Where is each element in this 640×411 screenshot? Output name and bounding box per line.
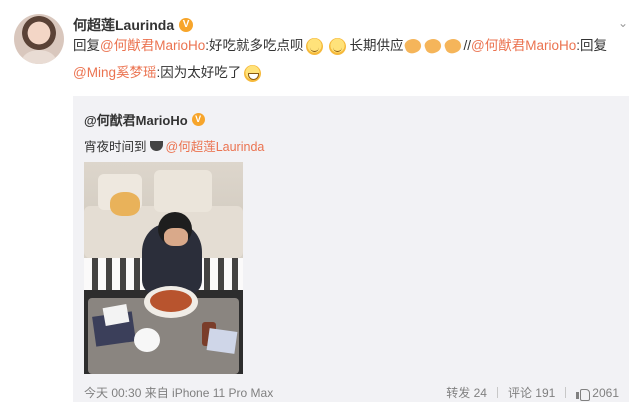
post-text: :好吃就多吃点呗 [205, 38, 304, 53]
hand-emoji-icon [403, 36, 424, 56]
grin-emoji-icon [244, 64, 262, 82]
thumbs-up-icon [576, 387, 591, 401]
post-author[interactable]: 何超莲Laurinda V [73, 15, 194, 35]
chevron-down-icon[interactable]: ⌄ [616, 16, 630, 30]
photo-toy [134, 328, 160, 352]
author-avatar[interactable] [14, 14, 64, 64]
repost-body: 宵夜时间到 [84, 140, 147, 154]
action-divider [565, 387, 567, 398]
smile-emoji-icon [306, 37, 324, 55]
repost-author[interactable]: @何猷君MarioHo V [84, 110, 205, 129]
hand-emoji-icon [423, 36, 444, 56]
mention-link[interactable]: @何猷君MarioHo [471, 36, 576, 56]
photo-dog-plush [110, 192, 140, 216]
photo-face [164, 228, 188, 246]
post-text: // [463, 38, 471, 53]
mention-link[interactable]: @Ming奚梦瑶 [73, 63, 156, 83]
verified-badge-icon: V [179, 18, 194, 32]
photo-soup [150, 290, 192, 312]
photo-pillow [154, 170, 212, 212]
hand-emoji-icon [443, 36, 464, 56]
mention-link[interactable]: @何超莲Laurinda [166, 136, 265, 155]
repost-button[interactable]: 转发 24 [446, 384, 487, 401]
smile-emoji-icon [329, 37, 347, 55]
like-button[interactable]: 2061 [576, 385, 619, 401]
mention-link[interactable]: @何猷君MarioHo [100, 36, 205, 56]
verified-badge-icon: V [191, 113, 205, 126]
action-divider [496, 387, 498, 398]
post-text: 长期供应 [349, 38, 404, 53]
post-text-line2: @Ming奚梦瑶 :因为太好吃了 [73, 63, 264, 83]
repost-text: 宵夜时间到 @何超莲Laurinda [84, 136, 264, 155]
like-count: 2061 [592, 385, 619, 400]
bowl-emoji-icon [149, 140, 163, 151]
reposted-weibo[interactable]: @何猷君MarioHo V 宵夜时间到 @何超莲Laurinda 今天 00:3… [73, 96, 629, 402]
post-text: 回复 [73, 38, 100, 53]
post-text: :因为太好吃了 [156, 65, 242, 80]
repost-meta: 今天 00:30 来自 iPhone 11 Pro Max [84, 386, 274, 400]
post-photo[interactable] [84, 162, 243, 374]
avatar-figure [22, 50, 56, 64]
post-text-line1: 回复 @何猷君MarioHo :好吃就多吃点呗 长期供应 // @何猷君Mari… [73, 36, 607, 56]
post-text: :回复 [576, 38, 607, 53]
post-author-name[interactable]: 何超莲Laurinda [73, 15, 174, 35]
comment-button[interactable]: 评论 191 [508, 384, 555, 401]
repost-actions: 转发 24 评论 191 2061 [446, 384, 619, 401]
photo-packet [206, 328, 238, 354]
repost-author-name[interactable]: @何猷君MarioHo [84, 110, 188, 129]
